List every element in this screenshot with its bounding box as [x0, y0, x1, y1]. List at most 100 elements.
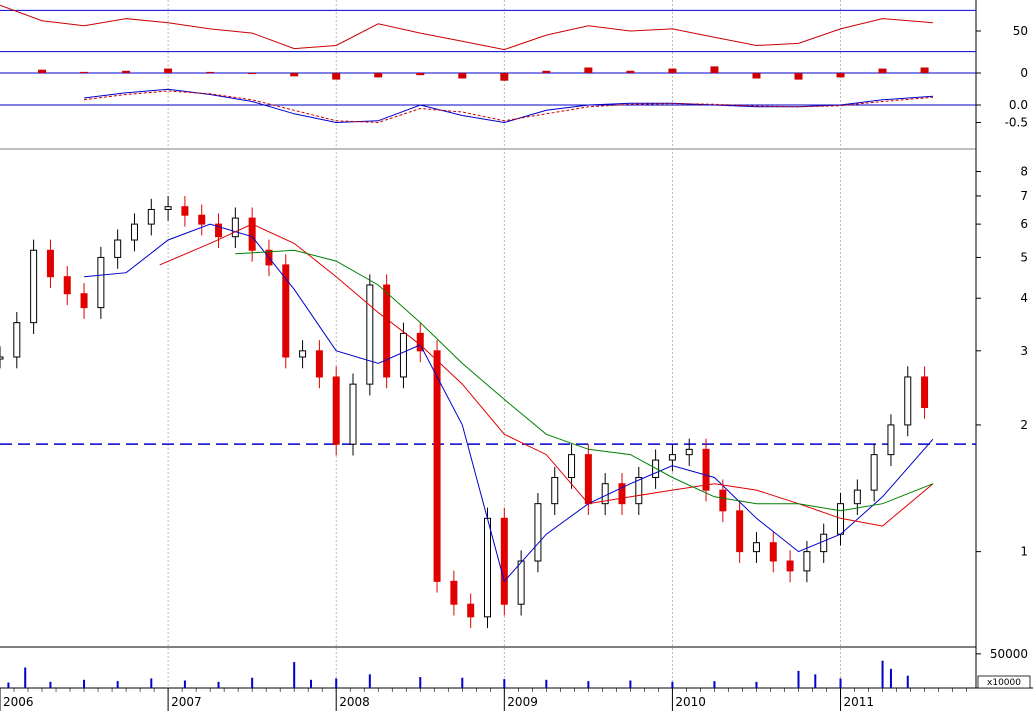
volume-bar [881, 660, 884, 688]
volume-bar [368, 674, 371, 688]
candle-body [500, 517, 508, 605]
year-label: 2007 [171, 695, 202, 709]
oscillator-panel [0, 4, 976, 53]
volume-bar [545, 679, 548, 688]
candle-body [584, 454, 592, 505]
histogram-panel [0, 66, 976, 81]
year-label: 2006 [3, 695, 34, 709]
candle-body [752, 542, 760, 553]
stock-chart: 2006 2007 2008 2009 2010 2011 50 0 0.0 -0.5 8 7 6 5 4… [0, 0, 1033, 711]
candle-body [887, 424, 895, 456]
candle-body [13, 322, 21, 358]
candle-body [366, 284, 374, 385]
volume-bar [797, 670, 800, 688]
candle-body [433, 350, 441, 582]
volume-bar [755, 681, 758, 688]
candle-body [383, 284, 391, 378]
volume-bar [217, 681, 220, 688]
price-axis-label: 8 [1020, 165, 1028, 179]
candle-body [702, 448, 710, 491]
candle-body [30, 249, 38, 324]
candle-body [97, 256, 105, 309]
volume-bar [419, 677, 422, 688]
candle-body [853, 489, 861, 505]
time-axis: 2006 2007 2008 2009 2010 2011 [0, 688, 967, 711]
volume-bar [309, 679, 312, 688]
volume-bar [629, 680, 632, 688]
candle-body [719, 489, 727, 512]
volume-bar [7, 682, 10, 688]
candle-body [332, 376, 340, 445]
volume-bar [116, 681, 119, 688]
candle-body [130, 223, 138, 241]
histogram-bar [752, 73, 761, 79]
candle-body [551, 477, 559, 505]
histogram-bar [878, 68, 887, 73]
histogram-bar [290, 73, 299, 77]
volume-panel [7, 660, 909, 688]
candle-body [484, 517, 491, 618]
candle-body [921, 376, 929, 409]
histogram-bar [332, 73, 341, 80]
y-axis-labels: 50 0 0.0 -0.5 8 7 6 5 4 3 2 1 50000 x10000 [976, 24, 1031, 689]
candle-body [114, 239, 122, 258]
volume-bar [83, 679, 86, 688]
volume-bar [461, 677, 464, 688]
price-panel [0, 196, 976, 629]
candle-body [0, 356, 4, 360]
price-axis-label: 3 [1020, 344, 1028, 358]
candle-body [147, 208, 155, 225]
price-axis-label: 6 [1020, 217, 1028, 231]
histogram-bar [416, 73, 425, 76]
moving-average-long [235, 249, 934, 512]
candle-body [248, 217, 256, 251]
histogram-bar [668, 68, 677, 73]
candle-body [181, 206, 189, 216]
candle-body [231, 217, 239, 238]
year-label: 2010 [675, 695, 706, 709]
histogram-bar [248, 73, 257, 75]
macd-axis-label: -0.5 [1005, 116, 1028, 130]
histogram-axis-label: 0 [1020, 66, 1028, 80]
macd-axis-label: 0.0 [1009, 98, 1028, 112]
price-axis-label: 7 [1020, 189, 1028, 203]
histogram-bar [584, 67, 593, 73]
histogram-bar [710, 66, 719, 73]
histogram-bar [542, 70, 551, 73]
price-axis [0, 0, 1033, 689]
price-axis-label: 4 [1020, 291, 1028, 305]
histogram-bar [500, 73, 509, 81]
histogram-bar [164, 68, 173, 73]
price-axis-label: 2 [1020, 418, 1028, 432]
candle-body [769, 542, 777, 562]
volume-bar [293, 662, 296, 688]
candle-body [315, 350, 323, 378]
candle-body [803, 551, 811, 572]
volume-bar [150, 678, 153, 688]
histogram-bar [38, 69, 47, 73]
candle-body [164, 206, 172, 210]
candle-body [534, 503, 542, 562]
volume-bar [587, 681, 590, 688]
volume-unit-label: x10000 [987, 678, 1021, 688]
histogram-bar [374, 73, 383, 78]
volume-bar [814, 674, 817, 688]
volume-bar [889, 668, 892, 688]
candle-body [80, 293, 88, 309]
volume-bar [24, 667, 27, 688]
oscillator-line [0, 4, 934, 51]
candle-body [820, 533, 828, 553]
year-label: 2008 [339, 695, 370, 709]
candle-body [198, 214, 206, 225]
volume-bar [906, 675, 909, 688]
volume-bar [183, 680, 186, 688]
histogram-bar [794, 73, 803, 80]
histogram-bar [920, 67, 929, 73]
candle-body [786, 560, 794, 572]
volume-bar [49, 681, 52, 688]
volume-bar [839, 678, 842, 688]
candle-body [568, 454, 576, 479]
candle-body [46, 249, 54, 278]
histogram-bar [206, 71, 215, 73]
candle-body [870, 454, 878, 491]
